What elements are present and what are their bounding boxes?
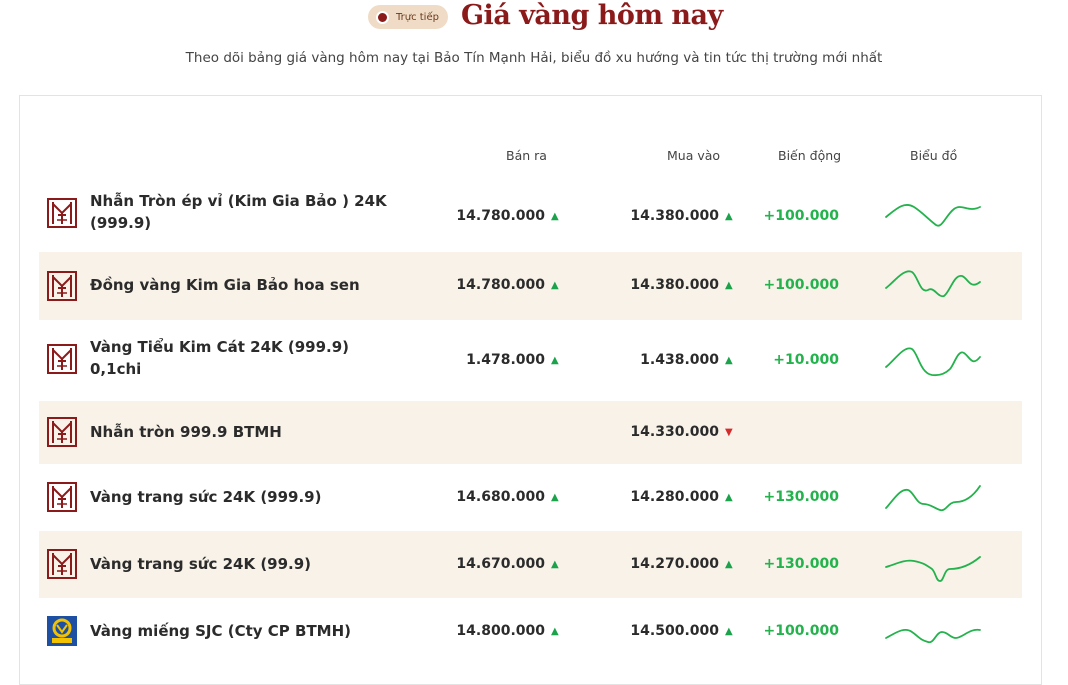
btmh-logo-icon: [47, 417, 77, 447]
page-title: Giá vàng hôm nay: [461, 0, 723, 31]
trend-up-icon: ▲: [551, 211, 559, 222]
column-header-chart: Biểu đồ: [910, 148, 958, 163]
sell-price: 14.670.000: [456, 556, 545, 572]
trend-sparkline[interactable]: [884, 343, 982, 379]
live-label: Trực tiếp: [396, 11, 439, 23]
table-row[interactable]: Vàng Tiểu Kim Cát 24K (999.9) 0,1chi 1.47…: [39, 320, 1022, 401]
column-header-buy: Mua vào: [667, 148, 721, 163]
buy-price: 14.280.000: [630, 489, 719, 505]
btmh-logo-icon: [47, 549, 77, 579]
product-name: Vàng miếng SJC (Cty CP BTMH): [90, 622, 352, 640]
trend-down-icon: ▼: [725, 427, 733, 438]
live-badge[interactable]: Trực tiếp: [368, 5, 448, 29]
live-dot-icon: [376, 10, 389, 24]
buy-price: 14.270.000: [630, 556, 719, 572]
trend-up-icon: ▲: [725, 492, 733, 503]
table-row[interactable]: Nhẫn tròn 999.9 BTMH 14.330.000 ▼: [39, 401, 1022, 464]
price-change: +130.000: [763, 556, 840, 572]
sell-price: 14.800.000: [456, 623, 545, 639]
column-header-change: Biến động: [778, 148, 842, 163]
trend-up-icon: ▲: [725, 280, 733, 291]
sell-price: 14.680.000: [456, 489, 545, 505]
trend-up-icon: ▲: [725, 211, 733, 222]
table-row[interactable]: Vàng trang sức 24K (999.9) 14.680.000 ▲ 14.…: [39, 464, 1022, 531]
trend-up-icon: ▲: [725, 626, 733, 637]
trend-sparkline[interactable]: [884, 480, 982, 516]
page-subtitle: Theo dõi bảng giá vàng hôm nay tại Bảo T…: [185, 50, 883, 66]
table-row[interactable]: Vàng miếng SJC (Cty CP BTMH) 14.800.000 ▲ 1…: [39, 598, 1022, 666]
btmh-logo-icon: [47, 482, 77, 512]
table-row[interactable]: Nhẫn Tròn ép vỉ (Kim Gia Bảo ) 24K (999.…: [39, 181, 1022, 252]
trend-up-icon: ▲: [551, 492, 559, 503]
buy-price: 1.438.000: [640, 352, 719, 368]
page-header: Trực tiếp Giá vàng hôm nay Theo dõi bảng…: [0, 0, 1068, 92]
table-row[interactable]: Vàng trang sức 24K (99.9) 14.670.000 ▲ 14.2…: [39, 531, 1022, 598]
sell-price: 14.780.000: [456, 208, 545, 224]
column-header-sell: Bán ra: [506, 148, 547, 163]
buy-price: 14.500.000: [630, 623, 719, 639]
sell-price: 14.780.000: [456, 277, 545, 293]
btmh-logo-icon: [47, 198, 77, 228]
btmh-logo-icon: [47, 271, 77, 301]
product-name: Nhẫn Tròn ép vỉ (Kim Gia Bảo ) 24K (999.…: [90, 192, 387, 232]
sjc-logo-icon: [47, 616, 77, 646]
trend-up-icon: ▲: [725, 559, 733, 570]
buy-price: 14.330.000: [630, 424, 719, 440]
trend-sparkline[interactable]: [884, 268, 982, 304]
price-change: +10.000: [773, 352, 839, 368]
trend-up-icon: ▲: [551, 559, 559, 570]
price-change: +100.000: [763, 277, 840, 293]
trend-up-icon: ▲: [551, 355, 559, 366]
sell-price: 1.478.000: [466, 352, 545, 368]
price-change: +100.000: [763, 208, 840, 224]
product-name: Nhẫn tròn 999.9 BTMH: [90, 423, 282, 441]
trend-sparkline[interactable]: [884, 199, 982, 235]
price-change: +130.000: [763, 489, 840, 505]
product-name: Đồng vàng Kim Gia Bảo hoa sen: [90, 276, 360, 294]
product-name: Vàng trang sức 24K (999.9): [90, 488, 322, 506]
gold-price-table: Bán ra Mua vào Biến động Biểu đồ Nhẫn Tr…: [19, 95, 1042, 685]
table-row[interactable]: Đồng vàng Kim Gia Bảo hoa sen 14.780.000 ▲…: [39, 252, 1022, 320]
trend-up-icon: ▲: [551, 280, 559, 291]
price-change: +100.000: [763, 623, 840, 639]
btmh-logo-icon: [47, 344, 77, 374]
trend-sparkline[interactable]: [884, 614, 982, 650]
product-name: Vàng trang sức 24K (99.9): [90, 555, 312, 573]
trend-up-icon: ▲: [551, 626, 559, 637]
trend-up-icon: ▲: [725, 355, 733, 366]
trend-sparkline[interactable]: [884, 547, 982, 583]
buy-price: 14.380.000: [630, 208, 719, 224]
buy-price: 14.380.000: [630, 277, 719, 293]
product-name: Vàng Tiểu Kim Cát 24K (999.9) 0,1chi: [90, 338, 350, 378]
